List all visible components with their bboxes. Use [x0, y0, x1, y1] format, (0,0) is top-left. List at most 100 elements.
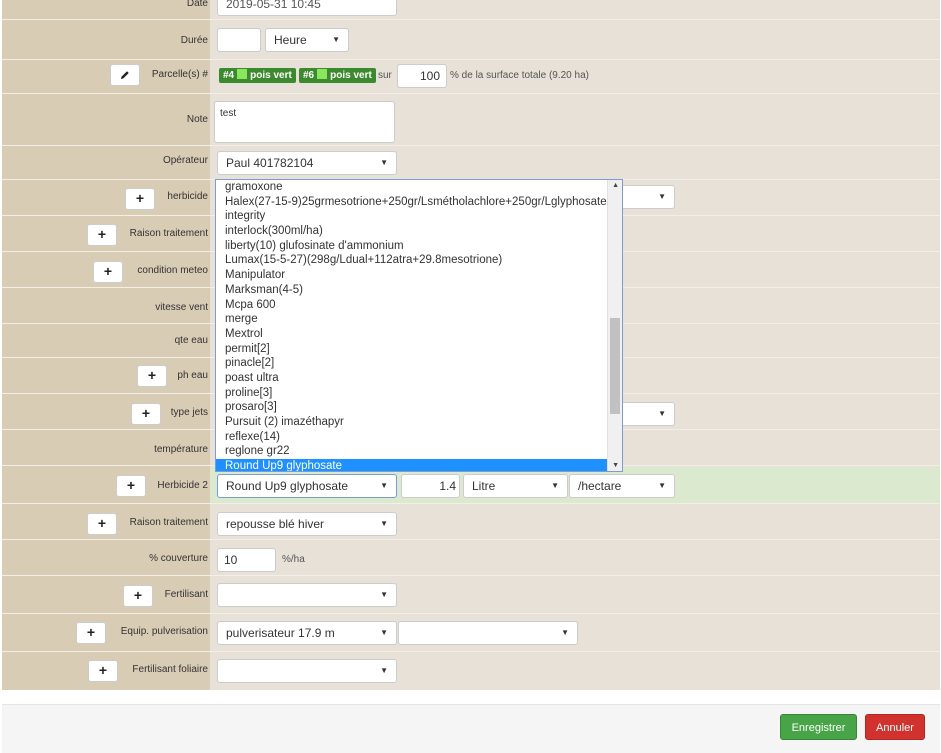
- add-herbicide2-button[interactable]: +: [116, 475, 146, 497]
- plus-icon: +: [98, 662, 108, 678]
- row-date: [2, 0, 940, 20]
- herbicide-per-select[interactable]: ▼: [620, 185, 675, 209]
- jets-label: type jets: [170, 407, 208, 418]
- dropdown-option[interactable]: reflexe(14): [216, 430, 622, 445]
- dropdown-option[interactable]: gramoxone: [216, 180, 622, 195]
- save-button[interactable]: Enregistrer: [780, 714, 857, 740]
- caret-down-icon: ▼: [380, 666, 388, 675]
- add-raison-button[interactable]: +: [87, 224, 117, 246]
- caret-down-icon: ▼: [380, 628, 388, 637]
- dropdown-option[interactable]: Manipulator: [216, 268, 622, 283]
- herbicide2-product-value: Round Up9 glyphosate: [226, 479, 349, 493]
- operateur-select[interactable]: Paul 401782104 ▼: [217, 151, 397, 175]
- dropdown-option[interactable]: Lumax(15-5-27)(298g/Ldual+112atra+29.8me…: [216, 253, 622, 268]
- badge-name: pois vert: [330, 70, 372, 81]
- caret-down-icon: ▼: [658, 409, 666, 418]
- dropdown-option[interactable]: Pursuit (2) imazéthapyr: [216, 415, 622, 430]
- caret-down-icon: ▼: [380, 590, 388, 599]
- ph-label: ph eau: [177, 370, 208, 381]
- dropdown-scrollbar[interactable]: ▲ ▼: [607, 180, 622, 471]
- jets-extra-select[interactable]: ▼: [620, 402, 675, 426]
- color-swatch: [237, 69, 248, 79]
- note-textarea[interactable]: test: [214, 101, 395, 143]
- scroll-down-arrow-icon[interactable]: ▼: [612, 462, 619, 469]
- equip-select[interactable]: pulverisateur 17.9 m ▼: [217, 621, 397, 645]
- badge-id: #6: [303, 70, 315, 81]
- herbicide2-unit-select[interactable]: Litre ▼: [463, 474, 568, 498]
- foliaire-select[interactable]: ▼: [217, 659, 397, 683]
- dropdown-option[interactable]: Mextrol: [216, 327, 622, 342]
- herbicide2-per-value: /hectare: [578, 479, 622, 493]
- caret-down-icon: ▼: [380, 481, 388, 490]
- raison-label: Raison traitement: [129, 228, 208, 239]
- fertilisant-label: Fertilisant: [164, 589, 208, 600]
- meteo-label: condition meteo: [137, 265, 208, 276]
- pencil-icon: [121, 71, 129, 79]
- herbicide2-label: Herbicide 2: [157, 480, 208, 491]
- caret-down-icon: ▼: [561, 628, 569, 637]
- add-ph-button[interactable]: +: [137, 365, 167, 387]
- dropdown-option[interactable]: proline[3]: [216, 386, 622, 401]
- add-raison2-button[interactable]: +: [87, 513, 117, 535]
- dropdown-option[interactable]: reglone gr22: [216, 444, 622, 459]
- dropdown-option[interactable]: Round Up9 glyphosate: [216, 459, 622, 471]
- herbicide-dropdown-list[interactable]: gramoxone Halex(27-15-9)25grmesotrione+25…: [215, 179, 623, 472]
- duree-input[interactable]: [217, 28, 261, 52]
- scrollbar-thumb[interactable]: [610, 318, 620, 414]
- plus-icon: +: [147, 367, 157, 383]
- eau-label: qte eau: [174, 335, 208, 346]
- date-field[interactable]: 2019-05-31 10:45: [217, 0, 397, 16]
- herbicide2-product-select[interactable]: Round Up9 glyphosate ▼: [217, 474, 397, 498]
- plus-icon: +: [141, 405, 151, 421]
- couverture-input[interactable]: 10: [217, 548, 276, 572]
- dropdown-option[interactable]: pinacle[2]: [216, 356, 622, 371]
- caret-down-icon: ▼: [380, 519, 388, 528]
- caret-down-icon: ▼: [380, 158, 388, 167]
- caret-down-icon: ▼: [658, 192, 666, 201]
- temp-label: température: [154, 444, 208, 455]
- add-meteo-button[interactable]: +: [93, 261, 123, 283]
- surface-text: % de la surface totale (9.20 ha): [450, 70, 589, 81]
- dropdown-option[interactable]: liberty(10) glufosinate d'ammonium: [216, 239, 622, 254]
- dropdown-option[interactable]: Marksman(4-5): [216, 283, 622, 298]
- row-couverture: [2, 540, 940, 576]
- add-foliaire-button[interactable]: +: [88, 660, 118, 682]
- fertilisant-select[interactable]: ▼: [217, 583, 397, 607]
- operateur-label: Opérateur: [162, 155, 208, 166]
- percent-input[interactable]: 100: [397, 64, 447, 88]
- dropdown-option[interactable]: poast ultra: [216, 371, 622, 386]
- note-label: Note: [186, 114, 208, 125]
- plus-icon: +: [97, 515, 107, 531]
- add-jets-button[interactable]: +: [131, 403, 161, 425]
- parcelle-badge-1: #4 pois vert: [219, 68, 296, 83]
- equip-select-2[interactable]: ▼: [398, 621, 578, 645]
- raison2-select[interactable]: repousse blé hiver ▼: [217, 512, 397, 536]
- herbicide-label: herbicide: [167, 191, 208, 202]
- herbicide2-qty-input[interactable]: 1.4: [401, 474, 460, 498]
- color-swatch: [317, 69, 328, 79]
- parcelle-badge-2: #6 pois vert: [299, 68, 376, 83]
- cancel-button[interactable]: Annuler: [865, 714, 925, 740]
- plus-icon: +: [135, 190, 145, 206]
- dropdown-option[interactable]: integrity: [216, 209, 622, 224]
- raison2-label: Raison traitement: [129, 517, 208, 528]
- edit-parcelles-button[interactable]: [110, 64, 140, 86]
- dropdown-option[interactable]: Mcpa 600: [216, 298, 622, 313]
- herbicide2-per-select[interactable]: /hectare ▼: [569, 474, 675, 498]
- add-herbicide-button[interactable]: +: [125, 188, 155, 210]
- add-equip-button[interactable]: +: [76, 622, 106, 644]
- equip-value: pulverisateur 17.9 m: [226, 626, 335, 640]
- dropdown-option[interactable]: interlock(300ml/ha): [216, 224, 622, 239]
- add-fertilisant-button[interactable]: +: [123, 585, 153, 607]
- dropdown-option[interactable]: Halex(27-15-9)25grmesotrione+250gr/Lsmét…: [216, 195, 622, 210]
- scroll-up-arrow-icon[interactable]: ▲: [612, 182, 619, 189]
- row-note: [2, 94, 940, 146]
- dropdown-option[interactable]: merge: [216, 312, 622, 327]
- dropdown-option[interactable]: permit[2]: [216, 342, 622, 357]
- date-label: Date: [186, 0, 208, 9]
- badge-id: #4: [223, 70, 235, 81]
- couverture-unit: %/ha: [282, 554, 305, 565]
- dropdown-option[interactable]: prosaro[3]: [216, 400, 622, 415]
- duree-unit-select[interactable]: Heure ▼: [265, 28, 349, 52]
- dropdown-options: gramoxone Halex(27-15-9)25grmesotrione+25…: [216, 180, 622, 471]
